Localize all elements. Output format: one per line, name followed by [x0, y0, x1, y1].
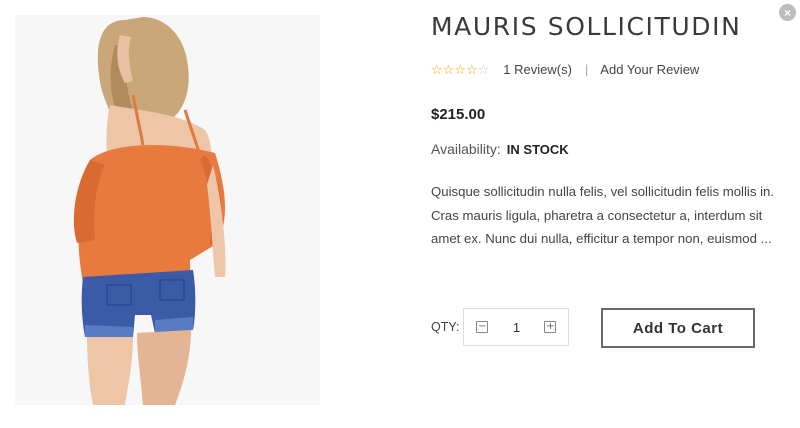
close-button[interactable]: ×	[779, 4, 796, 21]
star-filled-icon: ☆	[454, 62, 466, 77]
reviews-link[interactable]: 1 Review(s)	[503, 62, 572, 77]
star-empty-icon: ☆	[477, 62, 490, 77]
star-filled-icon: ☆	[442, 62, 455, 77]
minus-icon[interactable]: −	[476, 321, 489, 333]
plus-icon[interactable]: +	[544, 321, 557, 333]
add-to-cart-button[interactable]: Add To Cart	[601, 308, 755, 348]
star-filled-icon: ☆	[465, 62, 478, 77]
qty-label: QTY:	[431, 320, 460, 334]
quick-view-modal: × MAURIS SOLLICITUDIN ☆ ☆ ☆ ☆ ☆ 1 Review…	[0, 0, 800, 428]
availability-label: Availability:	[431, 141, 501, 157]
quantity-input[interactable]: 1	[513, 320, 520, 335]
add-review-link[interactable]: Add Your Review	[600, 62, 699, 77]
availability: Availability: IN STOCK	[431, 141, 569, 157]
product-photo	[15, 15, 320, 405]
availability-value: IN STOCK	[506, 142, 569, 157]
quantity-stepper: − 1 +	[463, 308, 570, 346]
product-price: $215.00	[431, 106, 486, 123]
product-title: MAURIS SOLLICITUDIN	[431, 12, 742, 41]
rating-row: ☆ ☆ ☆ ☆ ☆ 1 Review(s) | Add Your Review	[431, 62, 699, 77]
star-rating: ☆ ☆ ☆ ☆ ☆	[431, 63, 489, 76]
product-description: Quisque sollicitudin nulla felis, vel so…	[431, 184, 775, 246]
close-icon: ×	[783, 5, 791, 20]
product-image	[15, 15, 320, 405]
star-filled-icon: ☆	[431, 62, 443, 77]
separator: |	[584, 62, 589, 77]
quantity-row: QTY: − 1 +	[431, 308, 570, 346]
